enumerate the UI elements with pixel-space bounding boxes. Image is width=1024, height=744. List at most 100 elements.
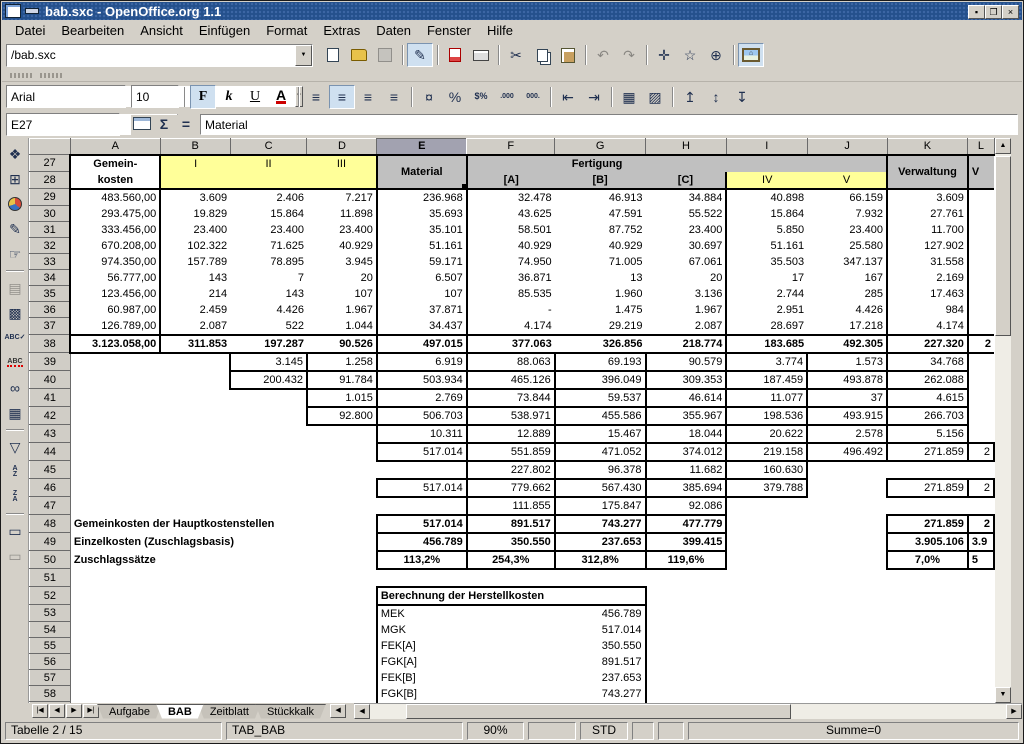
row-header-52[interactable]: 52 bbox=[30, 587, 71, 605]
hyperlink-icon[interactable]: ⊕ bbox=[703, 43, 729, 67]
formula-input[interactable] bbox=[201, 115, 1017, 134]
row-header-55[interactable]: 55 bbox=[30, 638, 71, 654]
cell-H40[interactable]: 309.353 bbox=[646, 371, 727, 389]
cell-I37[interactable]: 28.697 bbox=[726, 318, 807, 335]
menu-bearbeiten[interactable]: Bearbeiten bbox=[53, 21, 132, 40]
cell-J54[interactable] bbox=[807, 622, 887, 638]
tab-nav-next-button[interactable]: ▶ bbox=[66, 704, 82, 718]
gallery-icon[interactable]: ⌂ bbox=[738, 43, 764, 67]
cell-B34[interactable]: 143 bbox=[160, 270, 230, 286]
cell-E39[interactable]: 6.919 bbox=[377, 353, 467, 371]
row-header-28[interactable]: 28 bbox=[30, 172, 71, 189]
standard-format-button[interactable]: $% bbox=[468, 85, 494, 109]
cell-L51[interactable] bbox=[968, 569, 994, 587]
cell-C52[interactable] bbox=[230, 587, 307, 605]
cell-E48[interactable]: 517.014 bbox=[377, 515, 467, 533]
cell-I57[interactable] bbox=[726, 670, 807, 686]
cell-E51[interactable] bbox=[377, 569, 467, 587]
cell-F28[interactable]: [A] bbox=[467, 172, 555, 189]
cell-D53[interactable] bbox=[307, 605, 377, 622]
cell-H50[interactable]: 119,6% bbox=[646, 551, 727, 569]
cell-B33[interactable]: 157.789 bbox=[160, 254, 230, 270]
cell-J30[interactable]: 7.932 bbox=[807, 206, 887, 222]
cut-icon[interactable]: ✂ bbox=[503, 43, 529, 67]
horizontal-scroll-thumb[interactable] bbox=[406, 704, 791, 719]
cell-C55[interactable] bbox=[230, 638, 307, 654]
cell-F51[interactable] bbox=[467, 569, 555, 587]
cell-B36[interactable]: 2.459 bbox=[160, 302, 230, 318]
cell-L35[interactable] bbox=[968, 286, 994, 302]
dock-handle-icon[interactable] bbox=[10, 73, 32, 78]
cell-E46[interactable]: 517.014 bbox=[377, 479, 467, 497]
cell-L49[interactable]: 3.9 bbox=[968, 533, 994, 551]
cell-K46[interactable]: 271.859 bbox=[887, 479, 968, 497]
cell-G30[interactable]: 47.591 bbox=[555, 206, 646, 222]
menu-extras[interactable]: Extras bbox=[315, 21, 368, 40]
cell-F31[interactable]: 58.501 bbox=[467, 222, 555, 238]
cell-H31[interactable]: 23.400 bbox=[646, 222, 727, 238]
cell-A41[interactable] bbox=[70, 389, 160, 407]
align-top-button[interactable]: ↥ bbox=[677, 85, 703, 109]
cell-G44[interactable]: 471.052 bbox=[555, 443, 646, 461]
cell-E55[interactable]: FEK[A] bbox=[377, 638, 467, 654]
cell-C42[interactable] bbox=[230, 407, 307, 425]
scroll-right-button[interactable]: ▶ bbox=[1006, 704, 1022, 719]
cell-H45[interactable]: 11.682 bbox=[646, 461, 727, 479]
cell-D43[interactable] bbox=[307, 425, 377, 443]
currency-format-button[interactable]: ¤ bbox=[416, 85, 442, 109]
cell-H34[interactable]: 20 bbox=[646, 270, 727, 286]
cell-H55[interactable] bbox=[646, 638, 727, 654]
cell-D57[interactable] bbox=[307, 670, 377, 686]
cell-F40[interactable]: 465.126 bbox=[467, 371, 555, 389]
underline-button[interactable]: U bbox=[242, 85, 268, 109]
cell-I38[interactable]: 183.685 bbox=[726, 335, 807, 353]
cell-H51[interactable] bbox=[646, 569, 727, 587]
row-header-50[interactable]: 50 bbox=[30, 551, 71, 569]
tab-nav-last-button[interactable]: ▶| bbox=[83, 704, 99, 718]
cell-F42[interactable]: 538.971 bbox=[467, 407, 555, 425]
cell-F56[interactable] bbox=[467, 654, 555, 670]
cell-L54[interactable] bbox=[968, 622, 994, 638]
cell-B28[interactable] bbox=[160, 172, 230, 189]
col-header-K[interactable]: K bbox=[887, 139, 968, 155]
cell-G42[interactable]: 455.586 bbox=[555, 407, 646, 425]
cell-D47[interactable] bbox=[307, 497, 377, 515]
cell-D46[interactable] bbox=[307, 479, 377, 497]
cell-L56[interactable] bbox=[968, 654, 994, 670]
cell-C57[interactable] bbox=[230, 670, 307, 686]
font-color-button[interactable]: A bbox=[268, 85, 294, 109]
cell-H33[interactable]: 67.061 bbox=[646, 254, 727, 270]
cell-J38[interactable]: 492.305 bbox=[807, 335, 887, 353]
cell-E47[interactable] bbox=[377, 497, 467, 515]
cell-G47[interactable]: 175.847 bbox=[555, 497, 646, 515]
cell-G38[interactable]: 326.856 bbox=[555, 335, 646, 353]
cell-J31[interactable]: 23.400 bbox=[807, 222, 887, 238]
cell-J29[interactable]: 66.159 bbox=[807, 189, 887, 206]
menu-einfügen[interactable]: Einfügen bbox=[191, 21, 258, 40]
cell-K53[interactable] bbox=[887, 605, 968, 622]
cell-I30[interactable]: 15.864 bbox=[726, 206, 807, 222]
col-header-D[interactable]: D bbox=[307, 139, 377, 155]
print-icon[interactable] bbox=[468, 43, 494, 67]
cell-E43[interactable]: 10.311 bbox=[377, 425, 467, 443]
cell-J37[interactable]: 17.218 bbox=[807, 318, 887, 335]
cell-I32[interactable]: 51.161 bbox=[726, 238, 807, 254]
cell-C41[interactable] bbox=[230, 389, 307, 407]
insert-mode-panel[interactable]: STD bbox=[580, 722, 628, 740]
cell-J36[interactable]: 4.426 bbox=[807, 302, 887, 318]
cell-C36[interactable]: 4.426 bbox=[230, 302, 307, 318]
cell-J40[interactable]: 493.878 bbox=[807, 371, 887, 389]
autospellcheck-icon[interactable]: ABC bbox=[3, 350, 27, 375]
cell-J42[interactable]: 493.915 bbox=[807, 407, 887, 425]
cell-G39[interactable]: 69.193 bbox=[555, 353, 646, 371]
cell-G56[interactable]: 891.517 bbox=[555, 654, 646, 670]
cell-K48[interactable]: 271.859 bbox=[887, 515, 968, 533]
cell-I52[interactable] bbox=[726, 587, 807, 605]
cell-L40[interactable] bbox=[968, 371, 994, 389]
cell-H28[interactable]: [C] bbox=[646, 172, 727, 189]
cell-L32[interactable] bbox=[968, 238, 994, 254]
cell-B37[interactable]: 2.087 bbox=[160, 318, 230, 335]
cell-L27[interactable]: V bbox=[968, 155, 994, 189]
row-header-34[interactable]: 34 bbox=[30, 270, 71, 286]
row-header-31[interactable]: 31 bbox=[30, 222, 71, 238]
